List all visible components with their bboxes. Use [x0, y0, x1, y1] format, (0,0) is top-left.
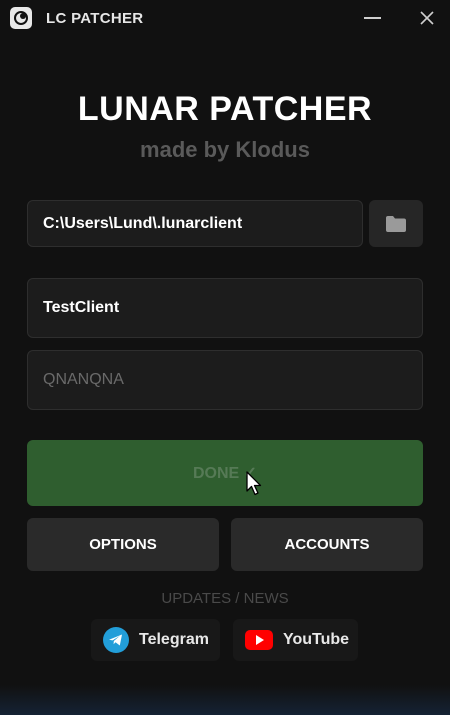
app-logo-icon — [10, 7, 32, 29]
second-field-container — [27, 350, 423, 410]
youtube-link[interactable]: YouTube — [233, 619, 358, 661]
telegram-icon — [103, 627, 129, 653]
close-icon[interactable] — [418, 9, 436, 27]
minimize-icon[interactable] — [364, 17, 381, 19]
done-button[interactable]: DONE ✓ — [27, 440, 423, 506]
client-name-input[interactable] — [43, 299, 422, 317]
youtube-icon — [245, 630, 273, 650]
browse-folder-button[interactable] — [369, 200, 423, 247]
path-field-container — [27, 200, 363, 247]
folder-icon — [386, 215, 406, 232]
title-bar: LC PATCHER — [0, 0, 450, 36]
accounts-button-label: ACCOUNTS — [284, 536, 370, 553]
mouse-cursor-icon — [246, 471, 262, 496]
accounts-button[interactable]: ACCOUNTS — [231, 518, 423, 571]
youtube-label: YouTube — [283, 631, 350, 648]
bottom-glow — [0, 685, 450, 715]
second-input[interactable] — [43, 371, 422, 389]
page-subtitle: made by Klodus — [140, 137, 310, 162]
page-title: LUNAR PATCHER — [77, 90, 373, 128]
path-input[interactable] — [43, 214, 362, 233]
updates-section-label: UPDATES / NEWS — [161, 590, 289, 607]
telegram-label: Telegram — [139, 631, 209, 648]
telegram-link[interactable]: Telegram — [91, 619, 220, 661]
options-button-label: OPTIONS — [89, 536, 157, 553]
window-title: LC PATCHER — [46, 10, 144, 27]
options-button[interactable]: OPTIONS — [27, 518, 219, 571]
client-name-field-container — [27, 278, 423, 338]
